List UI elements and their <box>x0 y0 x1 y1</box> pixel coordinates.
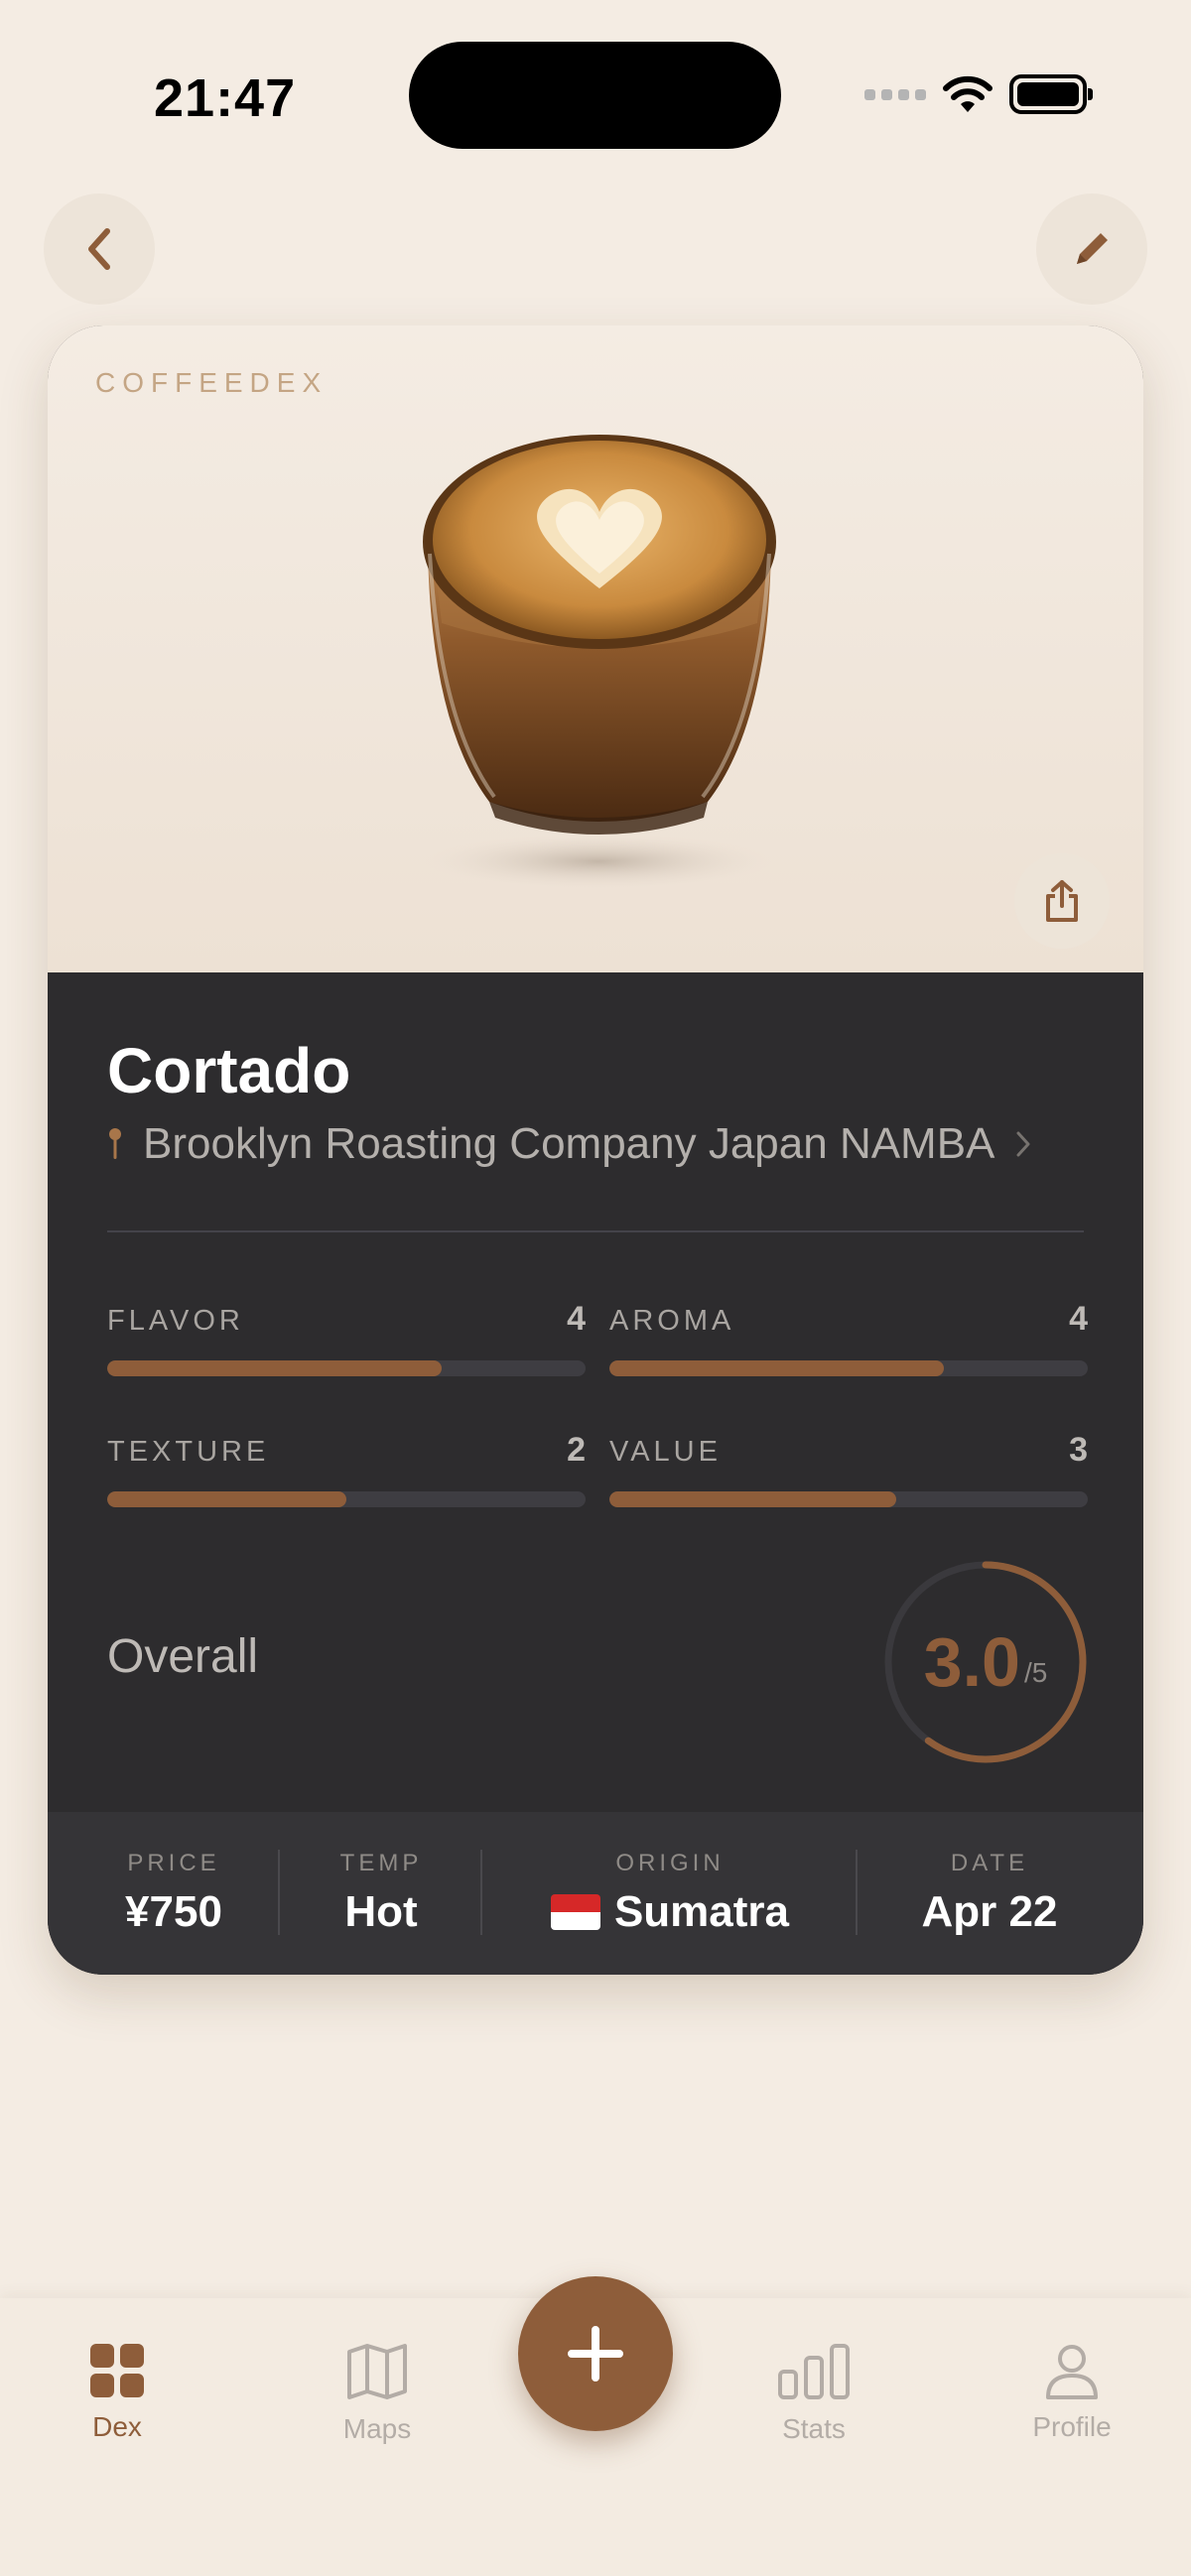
tab-label: Stats <box>782 2413 846 2444</box>
rating-label: VALUE <box>609 1436 722 1468</box>
rating-bar <box>107 1360 586 1376</box>
overall-gauge: 3.0 /5 <box>881 1558 1090 1766</box>
info-label: TEMP <box>339 1850 423 1876</box>
rating-bar-fill <box>107 1360 443 1376</box>
tab-label: Dex <box>92 2411 142 2442</box>
tab-label: Maps <box>342 2413 412 2444</box>
rating-value: 4 <box>1069 1300 1088 1338</box>
info-value: Hot <box>344 1887 418 1936</box>
location-link[interactable]: Brooklyn Roasting Company Japan NAMBA <box>107 1119 1032 1169</box>
brand-label: COFFEEDEX <box>95 367 329 398</box>
rating-bar-fill <box>609 1360 945 1376</box>
wifi-icon <box>943 75 992 112</box>
rating-flavor: FLAVOR 4 <box>107 1300 586 1376</box>
chevron-left-icon <box>88 228 110 270</box>
tab-maps[interactable]: Maps <box>298 2342 457 2445</box>
add-entry-button[interactable] <box>518 2276 673 2431</box>
rating-bar-fill <box>107 1491 346 1507</box>
share-button[interactable] <box>1014 853 1110 949</box>
rating-aroma: AROMA 4 <box>609 1300 1088 1376</box>
coffee-card: COFFEEDEX Cortado Brooklyn Roasting Comp… <box>48 325 1143 1975</box>
map-icon <box>347 2344 407 2399</box>
rating-value: 4 <box>567 1300 586 1338</box>
cellular-signal-icon <box>864 88 926 100</box>
info-value: ¥750 <box>125 1887 222 1936</box>
divider <box>107 1230 1084 1232</box>
info-strip: PRICE ¥750 TEMP Hot ORIGIN Sumatra DATE … <box>48 1812 1143 1975</box>
chevron-right-icon <box>1016 1131 1030 1157</box>
battery-icon <box>1009 74 1093 114</box>
cortado-cup-image <box>423 435 776 889</box>
share-icon <box>1046 880 1078 922</box>
rating-bar-fill <box>609 1491 897 1507</box>
drink-name: Cortado <box>107 1035 351 1106</box>
overall-score: 3.0 <box>923 1623 1020 1701</box>
info-temp: TEMP Hot <box>280 1812 482 1975</box>
person-icon <box>1046 2345 1098 2399</box>
info-label: DATE <box>950 1850 1029 1876</box>
info-origin: ORIGIN Sumatra <box>482 1812 858 1975</box>
status-icons <box>864 74 1093 114</box>
overall-max: /5 <box>1023 1657 1048 1688</box>
tab-stats[interactable]: Stats <box>734 2342 893 2445</box>
location-name: Brooklyn Roasting Company Japan NAMBA <box>143 1119 995 1168</box>
plus-icon <box>568 2326 623 2382</box>
overall-label: Overall <box>107 1630 259 1683</box>
rating-texture: TEXTURE 2 <box>107 1431 586 1507</box>
dynamic-island <box>409 42 781 149</box>
rating-label: TEXTURE <box>107 1436 270 1468</box>
location-pin-icon <box>109 1128 121 1159</box>
status-time: 21:47 <box>154 68 297 128</box>
bar-chart-icon <box>778 2344 850 2399</box>
rating-value-score: VALUE 3 <box>609 1431 1088 1507</box>
info-price: PRICE ¥750 <box>69 1812 278 1975</box>
rating-value: 3 <box>1069 1431 1088 1469</box>
info-label: ORIGIN <box>615 1850 725 1876</box>
pencil-icon <box>1077 233 1108 264</box>
indonesia-flag-icon <box>550 1894 600 1930</box>
info-label: PRICE <box>127 1850 220 1876</box>
info-value: Sumatra <box>613 1887 790 1936</box>
card-image-area: COFFEEDEX <box>48 325 1143 972</box>
rating-bar <box>609 1491 1088 1507</box>
back-button[interactable] <box>44 193 155 305</box>
rating-label: AROMA <box>609 1305 735 1337</box>
rating-label: FLAVOR <box>107 1305 244 1337</box>
tab-label: Profile <box>1032 2411 1112 2442</box>
rating-bar <box>107 1491 586 1507</box>
edit-button[interactable] <box>1036 193 1147 305</box>
rating-value: 2 <box>567 1431 586 1469</box>
info-date: DATE Apr 22 <box>858 1812 1122 1975</box>
tab-dex[interactable]: Dex <box>38 2342 197 2443</box>
rating-bar <box>609 1360 1088 1376</box>
tab-profile[interactable]: Profile <box>992 2342 1151 2443</box>
info-value: Apr 22 <box>921 1887 1058 1936</box>
grid-icon <box>90 2344 144 2397</box>
